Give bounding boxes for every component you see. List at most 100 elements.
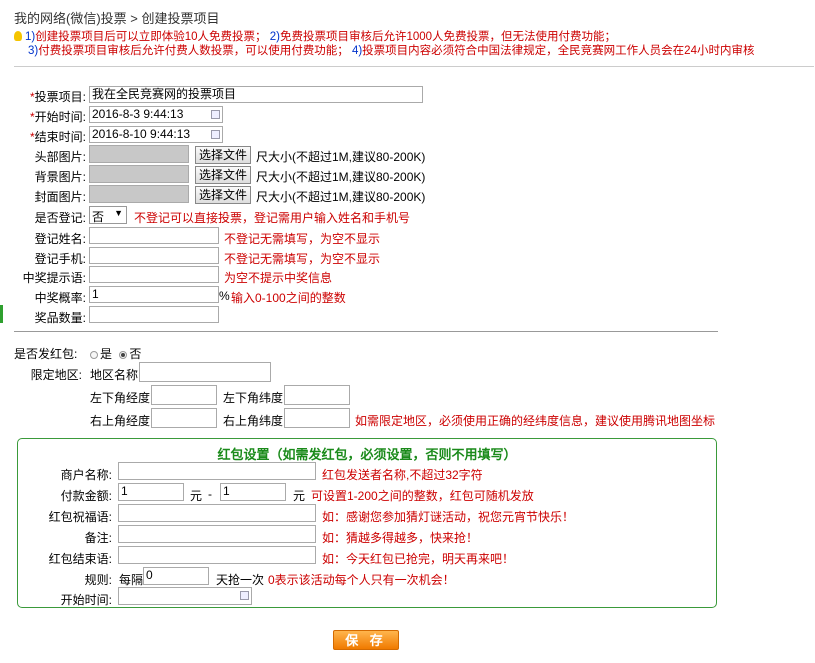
bg-image-hint: 尺大小(不超过1M,建议80-200K) — [256, 170, 426, 184]
region-name-label: 地区名称 — [90, 368, 139, 382]
reg-phone-input[interactable] — [89, 247, 219, 264]
head-image-hint: 尺大小(不超过1M,建议80-200K) — [256, 150, 426, 164]
rule-interval-input[interactable]: 0 — [143, 567, 209, 585]
register-label: 是否登记: — [34, 211, 86, 225]
save-button[interactable]: 保 存 — [333, 630, 399, 650]
prize-rate-hint: 输入0-100之间的整数 — [231, 291, 346, 305]
wish-label: 红包祝福语: — [48, 510, 112, 524]
redpack-label: 是否发红包: — [14, 347, 78, 361]
project-input[interactable]: 我在全民竞赛网的投票项目 — [89, 86, 423, 103]
notice: 1)创建投票项目后可以立即体验10人免费投票； 2)免费投票项目审核后允许100… — [14, 30, 814, 58]
start-time-label: *开始时间: — [14, 108, 86, 125]
notice-text: 付费投票项目审核后允许付费人数投票，可以使用付费功能； — [38, 45, 349, 57]
amount-hint: 可设置1-200之间的整数，红包可随机发放 — [311, 489, 534, 503]
input-value: 2016-8-3 9:44:13 — [92, 107, 184, 121]
redpack-yes-label: 是 — [100, 347, 113, 361]
notice-text: 免费投票项目审核后允许1000人免费投票，但无法使用付费功能； — [279, 31, 617, 43]
bg-image-label: 背景图片: — [34, 170, 86, 184]
rule-prefix: 每隔 — [119, 573, 144, 587]
redpack-radio-group: 是 否 — [90, 345, 141, 362]
end-msg-input[interactable] — [118, 546, 316, 564]
register-select[interactable]: 否 ▼ — [89, 206, 127, 224]
amount-yuan-label: 元 — [190, 489, 203, 503]
end-msg-label: 红包结束语: — [48, 552, 112, 566]
rule-label: 规则: — [84, 573, 112, 587]
calendar-icon[interactable] — [240, 591, 249, 600]
merchant-hint: 红包发送者名称,不超过32字符 — [322, 468, 483, 482]
reg-phone-label: 登记手机: — [34, 252, 86, 266]
rule-suffix: 天抢一次 — [216, 573, 265, 587]
input-value: 2016-8-10 9:44:13 — [92, 127, 191, 141]
ll-lat-input[interactable] — [284, 385, 350, 405]
end-time-label: *结束时间: — [14, 128, 86, 145]
ur-lng-label: 右上角经度 — [90, 414, 151, 428]
merchant-label: 商户名称: — [60, 468, 112, 482]
head-image-label: 头部图片: — [34, 150, 86, 164]
cover-image-label: 封面图片: — [34, 190, 86, 204]
reg-name-input[interactable] — [89, 227, 219, 244]
amount-dash: - — [208, 487, 212, 501]
ur-lat-label: 右上角纬度 — [223, 414, 284, 428]
prize-tip-input[interactable] — [89, 266, 219, 283]
label-text: 开始时间: — [34, 110, 86, 124]
divider — [14, 331, 718, 332]
ll-lng-label: 左下角经度 — [90, 391, 151, 405]
redpack-start-label: 开始时间: — [60, 593, 112, 607]
breadcrumb-separator: > — [130, 11, 138, 26]
remark-hint: 如：猜越多得越多，快来抢！ — [322, 531, 479, 545]
ll-lng-input[interactable] — [151, 385, 217, 405]
register-hint: 不登记可以直接投票，登记需用户输入姓名和手机号 — [134, 211, 411, 225]
amount-min-input[interactable]: 1 — [118, 483, 184, 501]
redpack-start-input[interactable] — [118, 587, 252, 605]
notice-num: 2) — [269, 31, 280, 43]
prize-count-label: 奖品数量: — [34, 311, 86, 325]
breadcrumb: 我的网络(微信)投票 > 创建投票项目 — [14, 8, 220, 27]
end-msg-hint: 如：今天红包已抢完，明天再来吧！ — [322, 552, 515, 566]
ur-lat-input[interactable] — [284, 408, 350, 428]
notice-text: 创建投票项目后可以立即体验10人免费投票； — [35, 31, 267, 43]
notice-num: 3) — [28, 45, 39, 57]
amount-yuan-label-2: 元 — [293, 489, 306, 503]
cover-image-file-button[interactable]: 选择文件 — [195, 186, 252, 204]
label-text: 结束时间: — [34, 130, 86, 144]
region-label: 限定地区: — [30, 368, 82, 382]
redpack-no-radio[interactable] — [119, 351, 128, 359]
wish-hint: 如：感谢您参加猜灯谜活动，祝您元宵节快乐！ — [322, 510, 575, 524]
select-value: 否 — [92, 210, 105, 224]
active-marker — [0, 305, 3, 323]
notice-num: 1) — [25, 31, 36, 43]
breadcrumb-current: 创建投票项目 — [141, 11, 220, 26]
bg-image-path — [89, 165, 189, 183]
divider — [14, 66, 814, 67]
amount-max-input[interactable]: 1 — [220, 483, 286, 501]
bg-image-file-button[interactable]: 选择文件 — [195, 166, 252, 184]
redpack-settings-title: 红包设置（如需发红包，必须设置，否则不用填写） — [217, 447, 517, 462]
prize-count-input[interactable] — [89, 306, 219, 323]
cover-image-hint: 尺大小(不超过1M,建议80-200K) — [256, 190, 426, 204]
remark-label: 备注: — [84, 531, 112, 545]
wish-input[interactable] — [118, 504, 316, 522]
chevron-down-icon: ▼ — [114, 208, 123, 218]
notice-num: 4) — [351, 45, 363, 57]
reg-name-hint: 不登记无需填写，为空不显示 — [224, 232, 381, 246]
remark-input[interactable] — [118, 525, 316, 543]
prize-tip-hint: 为空不提示中奖信息 — [224, 271, 333, 285]
end-time-input[interactable]: 2016-8-10 9:44:13 — [89, 126, 223, 143]
cover-image-path — [89, 185, 189, 203]
redpack-yes-radio[interactable] — [90, 351, 98, 359]
ll-lat-label: 左下角纬度 — [223, 391, 284, 405]
prize-rate-input[interactable]: 1 — [89, 286, 219, 303]
redpack-no-label: 否 — [129, 347, 142, 361]
start-time-input[interactable]: 2016-8-3 9:44:13 — [89, 106, 223, 123]
calendar-icon[interactable] — [211, 130, 220, 139]
region-name-input[interactable] — [139, 362, 271, 382]
merchant-input[interactable] — [118, 462, 316, 480]
breadcrumb-link-vote[interactable]: 我的网络(微信)投票 — [14, 11, 127, 26]
ur-lng-input[interactable] — [151, 408, 217, 428]
calendar-icon[interactable] — [211, 110, 220, 119]
prize-rate-label: 中奖概率: — [34, 291, 86, 305]
notice-text: 投票项目内容必须符合中国法律规定，全民竞赛网工作人员会在24小时内审核 — [362, 45, 755, 57]
rule-hint: 0表示该活动每个人只有一次机会！ — [268, 573, 455, 587]
head-image-file-button[interactable]: 选择文件 — [195, 146, 252, 164]
reg-name-label: 登记姓名: — [34, 232, 86, 246]
